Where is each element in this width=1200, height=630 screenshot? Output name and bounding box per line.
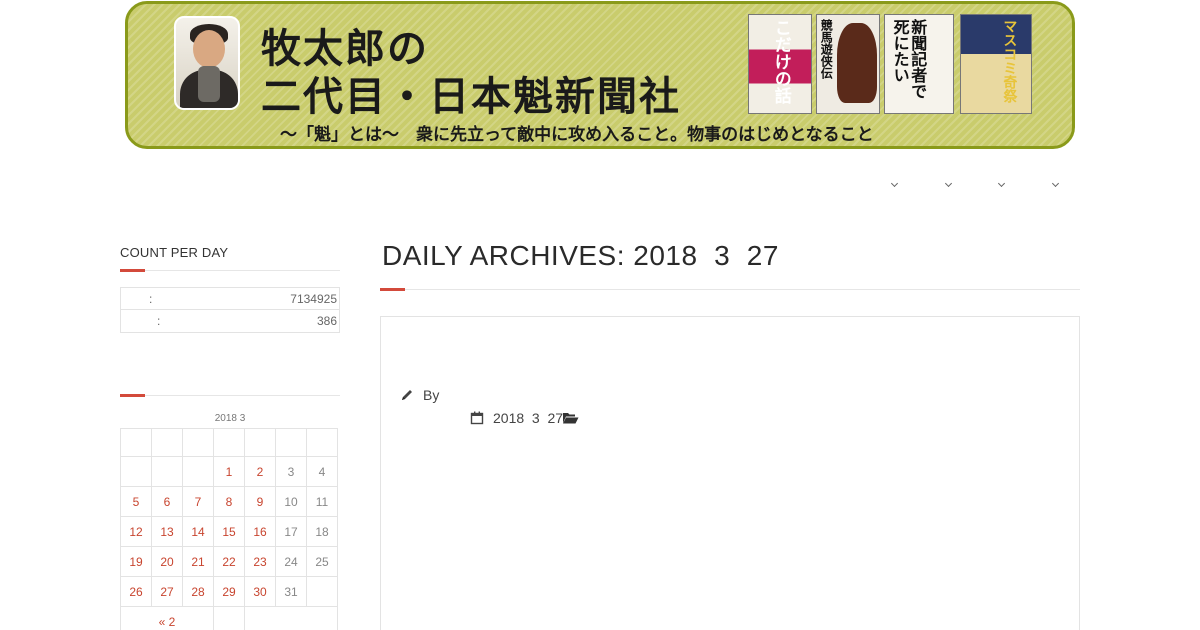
main-nav — [880, 180, 1080, 196]
calendar-table: 1 2 3 4 5 6 7 8 9 10 11 12 13 14 15 16 17 18 19 20 21 22 23 24 2… — [120, 428, 338, 630]
calendar-week-row: 26 27 28 29 30 31 — [120, 576, 338, 607]
count-row: : 386 — [121, 310, 339, 332]
count-row: : 7134925 — [121, 288, 339, 310]
calendar-day[interactable]: 7 — [182, 486, 214, 517]
calendar-day — [120, 456, 152, 487]
calendar-day: 18 — [306, 516, 338, 547]
calendar-week-row: 12 13 14 15 16 17 18 — [120, 516, 338, 547]
calendar-day[interactable]: 30 — [244, 576, 276, 607]
folder-open-icon — [563, 413, 579, 424]
count-value: 7134925 — [290, 292, 337, 306]
post-card — [380, 316, 1080, 630]
calendar-day[interactable]: 16 — [244, 516, 276, 547]
calendar-day: 24 — [275, 546, 307, 577]
calendar-next-link — [244, 606, 338, 630]
site-banner[interactable]: 牧太郎の 二代目・日本魁新聞社 ～「魁」とは～ 衆に先立って敵中に攻め入ること。… — [125, 1, 1075, 149]
calendar-nav-spacer — [213, 606, 245, 630]
calendar-week-row: 19 20 21 22 23 24 25 — [120, 546, 338, 577]
calendar-day[interactable]: 8 — [213, 486, 245, 517]
calendar-day — [182, 456, 214, 487]
calendar-day — [306, 576, 338, 607]
calendar-day[interactable]: 29 — [213, 576, 245, 607]
page-title: DAILY ARCHIVES: 2018 3 27 — [382, 240, 779, 271]
calendar-day[interactable]: 14 — [182, 516, 214, 547]
book-cover: 新聞記者で死にたい — [884, 14, 954, 114]
widget-divider — [120, 269, 340, 272]
weekday-header — [151, 428, 183, 457]
book-cover: こだけの話 — [748, 14, 812, 114]
calendar-day[interactable]: 23 — [244, 546, 276, 577]
calendar-day[interactable]: 1 — [213, 456, 245, 487]
author-portrait — [174, 16, 240, 110]
site-title-line2: 二代目・日本魁新聞社 — [261, 73, 681, 120]
weekday-header — [213, 428, 245, 457]
calendar-day[interactable]: 15 — [213, 516, 245, 547]
calendar-day[interactable]: 12 — [120, 516, 152, 547]
calendar-week-row: 5 6 7 8 9 10 11 — [120, 486, 338, 517]
widget-divider — [120, 394, 340, 397]
calendar-prev-link[interactable]: « 2 — [120, 606, 214, 630]
calendar-day — [151, 456, 183, 487]
calendar-day[interactable]: 6 — [151, 486, 183, 517]
chevron-down-icon[interactable] — [997, 180, 1007, 190]
chevron-down-icon[interactable] — [890, 180, 900, 190]
book-cover: 競馬遊侠伝 — [816, 14, 880, 114]
book-cover: マスコミ奇祭 — [960, 14, 1032, 114]
calendar-day: 17 — [275, 516, 307, 547]
weekday-header — [120, 428, 152, 457]
site-tagline: ～「魁」とは～ 衆に先立って敵中に攻め入ること。物事のはじめとなること — [280, 125, 874, 145]
title-divider — [380, 288, 1080, 291]
weekday-header — [182, 428, 214, 457]
calendar-day[interactable]: 13 — [151, 516, 183, 547]
calendar-day[interactable]: 22 — [213, 546, 245, 577]
calendar-nav-row: « 2 — [120, 606, 338, 630]
calendar-day[interactable]: 28 — [182, 576, 214, 607]
calendar-day[interactable]: 19 — [120, 546, 152, 577]
calendar-day: 11 — [306, 486, 338, 517]
calendar-day[interactable]: 26 — [120, 576, 152, 607]
calendar-day[interactable]: 27 — [151, 576, 183, 607]
calendar-day[interactable]: 21 — [182, 546, 214, 577]
weekday-header — [275, 428, 307, 457]
count-widget-title: COUNT PER DAY — [120, 245, 229, 260]
calendar-icon — [470, 411, 484, 425]
weekday-header — [306, 428, 338, 457]
calendar-day: 31 — [275, 576, 307, 607]
calendar-day: 25 — [306, 546, 338, 577]
calendar-day: 10 — [275, 486, 307, 517]
calendar-day[interactable]: 20 — [151, 546, 183, 577]
count-label: : — [157, 314, 161, 328]
calendar-header-row — [120, 428, 338, 457]
post-author-label: By — [423, 387, 440, 403]
chevron-down-icon[interactable] — [1051, 180, 1061, 190]
count-value: 386 — [316, 314, 337, 328]
count-table: : 7134925 : 386 — [120, 287, 340, 333]
calendar-day[interactable]: 9 — [244, 486, 276, 517]
calendar-week-row: 1234 — [120, 456, 338, 487]
pencil-icon — [402, 390, 412, 400]
calendar-caption: 2018 3 — [214, 413, 246, 424]
calendar-day[interactable]: 2 — [244, 456, 276, 487]
post-date[interactable]: 2018 3 27 — [493, 410, 563, 426]
weekday-header — [244, 428, 276, 457]
calendar-day: 4 — [306, 456, 338, 487]
count-label: : — [149, 292, 153, 306]
chevron-down-icon[interactable] — [944, 180, 954, 190]
calendar-day[interactable]: 5 — [120, 486, 152, 517]
book-covers: こだけの話 競馬遊侠伝 新聞記者で死にたい マスコミ奇祭 — [748, 14, 1038, 116]
calendar-day: 3 — [275, 456, 307, 487]
